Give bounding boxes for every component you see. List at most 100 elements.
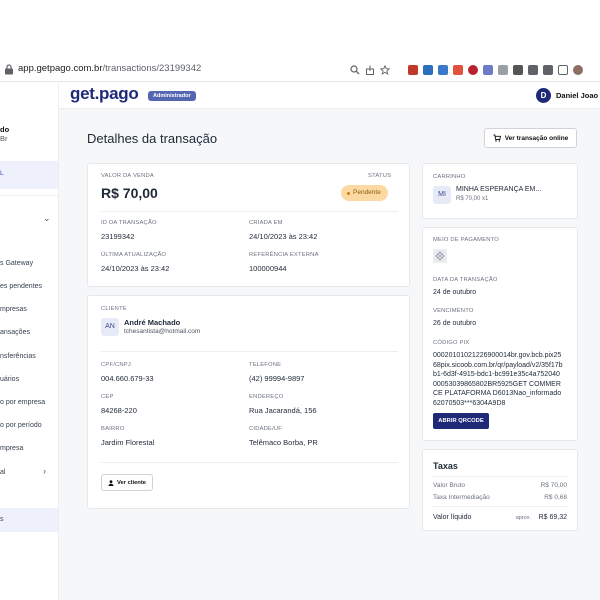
status-label: STATUS — [368, 173, 392, 179]
cep-value: 84268-220 — [101, 406, 137, 415]
city-value: Telêmaco Borba, PR — [249, 438, 318, 447]
pix-icon — [433, 249, 447, 263]
cart-label: CARRINHO — [433, 174, 466, 180]
media-icon[interactable] — [543, 65, 553, 75]
extension-grid-icon[interactable] — [498, 65, 508, 75]
address-value: Rua Jacarandá, 156 — [249, 406, 317, 415]
cart-item-initials: MI — [433, 186, 451, 204]
browser-toolbar: app.getpago.com.br/transactions/23199342 — [0, 58, 600, 82]
updated-label: ÚLTIMA ATUALIZAÇÃO — [101, 252, 167, 258]
sidebar-user-sub: Br — [0, 134, 8, 143]
sale-value-label: VALOR DA VENDA — [101, 173, 154, 179]
net-value-label: Valor líquido — [433, 514, 472, 521]
address-label: ENDEREÇO — [249, 394, 284, 400]
url-path: /transactions/23199342 — [102, 63, 202, 74]
client-section-label: CLIENTE — [101, 306, 127, 312]
avatar[interactable]: D — [536, 88, 551, 103]
cep-label: CEP — [101, 394, 114, 400]
extension-adblock-icon[interactable] — [468, 65, 478, 75]
app-header: get.pago Administrador D Daniel Joao — [59, 83, 600, 109]
sidebar-item-empresas[interactable]: mpresas — [0, 306, 27, 313]
view-client-label: Ver cliente — [116, 479, 146, 486]
sidebar-item-al[interactable]: al — [0, 469, 5, 476]
phone-label: TELEFONE — [249, 362, 282, 368]
sidebar-item-por-periodo[interactable]: o por período — [0, 422, 42, 429]
divider — [433, 506, 569, 507]
divider — [433, 476, 569, 477]
lock-icon — [5, 64, 13, 75]
transaction-id-label: ID DA TRANSAÇÃO — [101, 220, 157, 226]
logo[interactable]: get.pago — [70, 84, 139, 104]
gross-value: R$ 70,00 — [540, 482, 567, 489]
district-value: Jardim Florestal — [101, 438, 155, 447]
extension-orange-icon[interactable] — [453, 65, 463, 75]
extension-flag-icon[interactable] — [483, 65, 493, 75]
view-online-button[interactable]: Ver transação online — [484, 128, 577, 148]
client-initials: AN — [101, 318, 119, 336]
url-domain: app.getpago.com.br — [18, 63, 103, 74]
sidebar-item-label: L — [0, 170, 4, 177]
intermediation-fee-label: Taxa Intermediação — [433, 494, 490, 501]
sidebar-item-transferencias[interactable]: nsferências — [0, 353, 36, 360]
client-email: tchesantista@hotmail.com — [124, 328, 201, 335]
updated-date: 24/10/2023 às 23:42 — [101, 264, 170, 273]
sidebar-item-gateway[interactable]: s Gateway — [0, 260, 33, 267]
phone-value: (42) 99994-9897 — [249, 374, 305, 383]
extension-blue-icon[interactable] — [423, 65, 433, 75]
extension-red-icon[interactable] — [408, 65, 418, 75]
bookmark-star-icon[interactable] — [380, 65, 390, 75]
chevron-down-icon[interactable]: ⌄ — [43, 213, 51, 224]
cart-item-name[interactable]: MINHA ESPERANÇA EM... — [456, 186, 541, 193]
city-label: CIDADE/UF — [249, 426, 283, 432]
side-panel-icon[interactable] — [558, 65, 568, 75]
client-card: CLIENTE AN André Machado tchesantista@ho… — [87, 295, 410, 509]
sidebar-item-por-empresa[interactable]: o por empresa — [0, 399, 45, 406]
sidebar-item-transacoes[interactable]: ansações — [0, 329, 30, 336]
sidebar: do Br L ⌄ s Gateway es pendentes mpresas… — [0, 83, 59, 600]
cpf-label: CPF/CNPJ — [101, 362, 131, 368]
gross-value-label: Valor Bruto — [433, 482, 466, 489]
user-name[interactable]: Daniel Joao — [556, 91, 598, 100]
zoom-icon[interactable] — [350, 65, 360, 75]
sidebar-item-bottom[interactable]: s — [0, 508, 58, 532]
pix-code-label: CÓDIGO PIX — [433, 340, 470, 346]
cpf-value: 004.660.679-33 — [101, 374, 154, 383]
transaction-date: 24 de outubro — [433, 289, 477, 296]
cart-item-price: R$ 70,00 x1 — [456, 196, 489, 202]
chevron-right-icon[interactable]: › — [43, 466, 46, 476]
cart-card: CARRINHO MI MINHA ESPERANÇA EM... R$ 70,… — [422, 163, 578, 219]
due-date-label: VENCIMENTO — [433, 308, 474, 314]
net-value: R$ 69,32 — [538, 514, 567, 521]
pix-code[interactable]: 00020101021226900014br.gov.bcb.pix2568pi… — [433, 351, 563, 408]
fees-card: Taxas Valor Bruto R$ 70,00 Taxa Intermed… — [422, 449, 578, 531]
client-name: André Machado — [124, 318, 181, 327]
sale-value: R$ 70,00 — [101, 185, 158, 201]
due-date: 26 de outubro — [433, 320, 477, 327]
cart-icon — [493, 134, 501, 142]
extension-badge-icon[interactable] — [438, 65, 448, 75]
user-icon — [108, 479, 114, 486]
address-bar[interactable]: app.getpago.com.br/transactions/23199342 — [18, 63, 201, 74]
fees-title: Taxas — [433, 461, 458, 471]
sidebar-user: do Br — [0, 125, 9, 143]
transaction-id: 23199342 — [101, 232, 135, 241]
view-client-button[interactable]: Ver cliente — [101, 474, 153, 491]
sidebar-item-pendentes[interactable]: es pendentes — [0, 283, 42, 290]
browser-extensions — [350, 62, 583, 78]
district-label: BAIRRO — [101, 426, 125, 432]
open-qrcode-button[interactable]: ABRIR QRCODE — [433, 413, 489, 429]
payment-method-label: MEIO DE PAGAMENTO — [433, 237, 499, 243]
net-value-prefix: aprox. — [515, 515, 531, 521]
sidebar-item-active[interactable]: L — [0, 161, 58, 189]
extension-qr-icon[interactable] — [513, 65, 523, 75]
view-online-label: Ver transação online — [504, 134, 569, 142]
created-date: 24/10/2023 às 23:42 — [249, 232, 318, 241]
extensions-puzzle-icon[interactable] — [528, 65, 538, 75]
sidebar-item-empresa[interactable]: mpresa — [0, 445, 23, 452]
share-icon[interactable] — [365, 65, 375, 75]
sidebar-user-name: do — [0, 125, 10, 134]
intermediation-fee: R$ 0,68 — [544, 494, 567, 501]
sidebar-item-usuarios[interactable]: uários — [0, 376, 19, 383]
role-badge: Administrador — [148, 91, 196, 101]
profile-avatar-icon[interactable] — [573, 65, 583, 75]
